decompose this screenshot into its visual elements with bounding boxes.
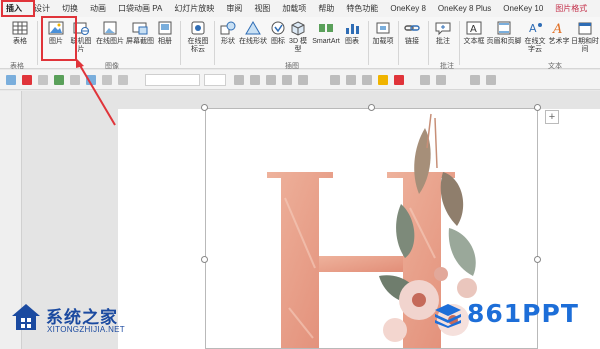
annotation-arrow (76, 58, 116, 126)
watermark-861ppt: 861PPT (433, 298, 593, 332)
watermark-url: XITONGZHIJIA.NET (47, 325, 125, 334)
house-logo-icon (12, 304, 40, 330)
watermark-xitongzhijia: 系统之家 XITONGZHIJIA.NET (10, 300, 180, 340)
watermark-brand: 861PPT (467, 299, 579, 328)
layers-logo-icon (435, 304, 461, 328)
